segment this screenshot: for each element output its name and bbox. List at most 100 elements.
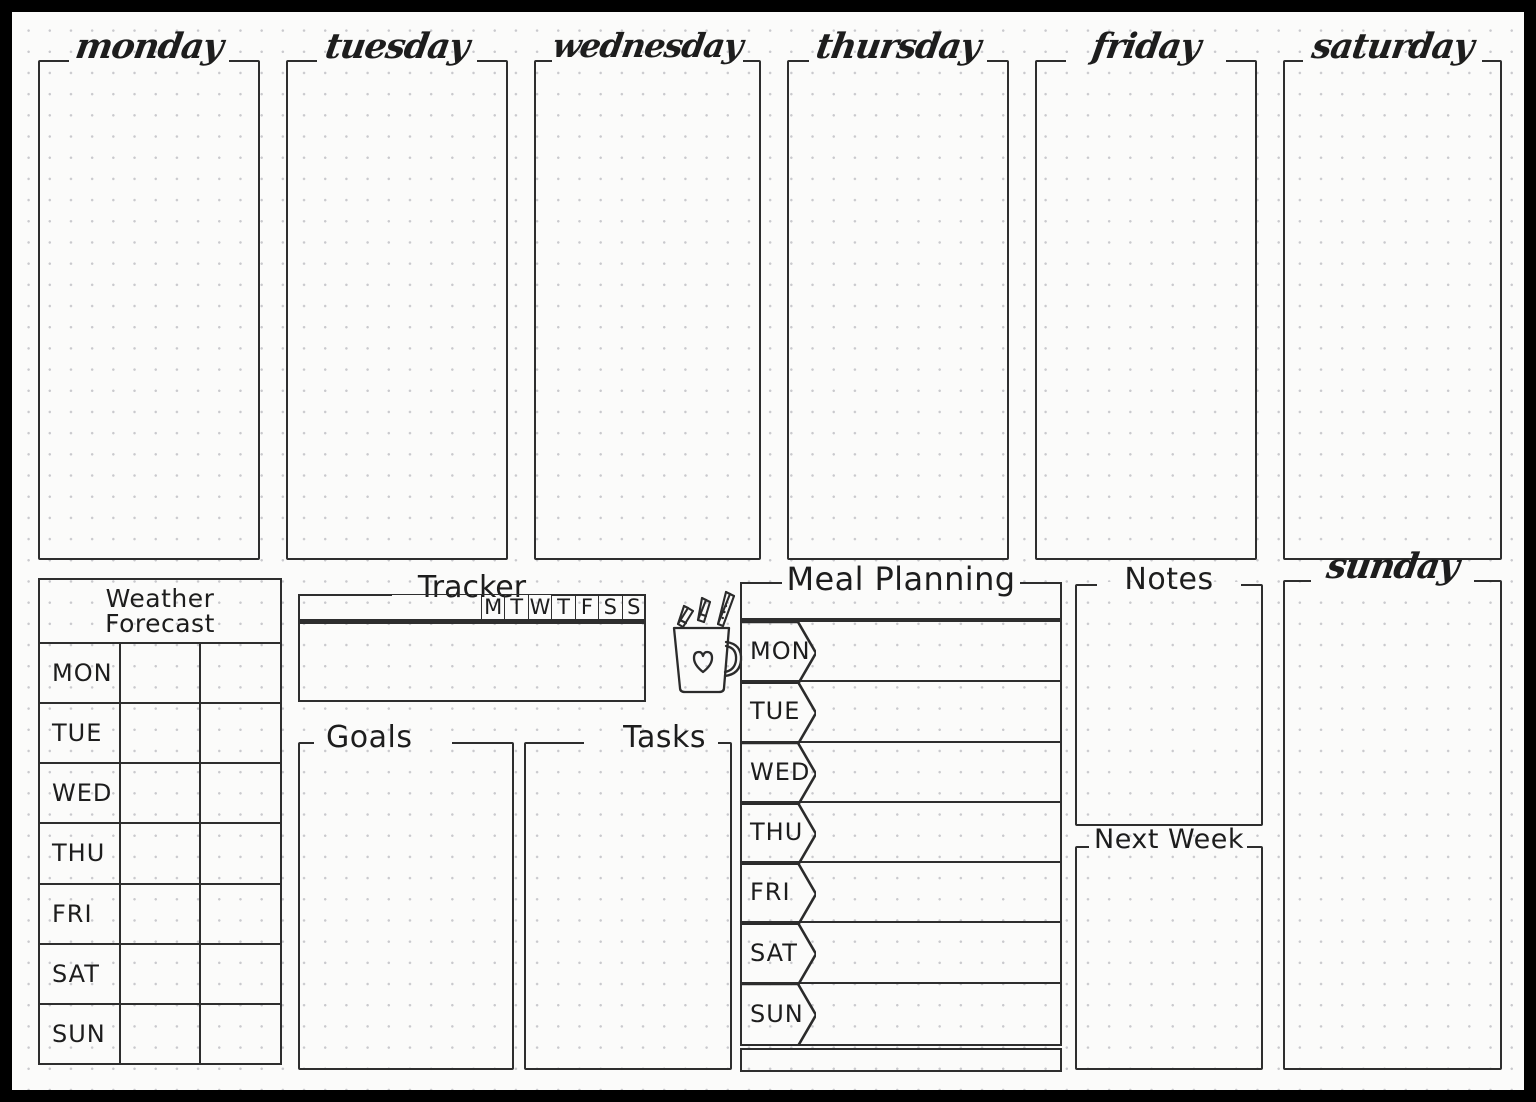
table-row[interactable]: TUE [38,702,282,765]
meal-planning-row[interactable]: SUN [742,983,1060,1046]
table-row[interactable]: SAT [38,942,282,1005]
meal-planning-row[interactable]: THU [742,802,1060,865]
weather-cell-temp[interactable] [199,702,282,765]
meal-planning-row[interactable]: MON [742,622,1060,684]
weather-cell-main[interactable] [118,641,202,705]
tracker-habit-cell[interactable] [298,622,482,624]
table-row[interactable]: SUN [38,1002,282,1066]
day-column-saturday[interactable]: saturday [1283,26,1502,560]
meal-planning-title: Meal Planning [786,560,1016,598]
day-column-frame [1283,60,1502,560]
day-column-frame [38,60,260,560]
meal-day-label: WED [750,757,811,786]
table-row[interactable]: THU [38,822,282,885]
goals-title: Goals [326,720,413,755]
day-column-title: thursday [813,26,983,67]
tasks-section[interactable]: Tasks [524,720,732,1070]
weather-title-line1: Weather [105,583,215,613]
weather-cell-main[interactable] [118,822,202,885]
weather-cell-main[interactable] [118,702,202,765]
table-row[interactable] [298,622,647,624]
meal-day-label: MON [750,637,811,666]
weather-title-row: Weather Forecast [38,578,282,644]
day-column-frame [1283,580,1502,1070]
weather-day-label: THU [38,822,121,885]
day-column-title: saturday [1309,26,1476,67]
tracker-mark-cell[interactable] [480,622,506,624]
meal-entry[interactable] [826,622,1054,680]
weather-day-label: SAT [38,942,121,1005]
day-column-frame [1035,60,1257,560]
tasks-content[interactable] [534,766,722,1062]
next-week-title: Next Week [1094,824,1244,855]
table-row[interactable]: MON [38,641,282,705]
tracker-section[interactable]: Tracker M T W T F S S [298,570,647,702]
day-column-frame [286,60,508,560]
tracker-mark-cell[interactable] [504,622,529,624]
meal-planning-row[interactable]: FRI [742,863,1060,926]
tracker-table: M T W T F S S [298,594,647,624]
notes-section[interactable]: Notes [1075,562,1263,826]
weather-cell-temp[interactable] [199,1002,282,1066]
tracker-habit-cell[interactable] [298,594,482,620]
weather-cell-main[interactable] [118,882,202,945]
meal-day-label: TUE [750,697,801,726]
pencil-cup-with-heart-icon [662,580,748,704]
weather-cell-temp[interactable] [199,762,282,825]
weather-cell-temp[interactable] [199,822,282,885]
weather-day-label: TUE [38,702,121,765]
weather-cell-main[interactable] [118,1002,202,1066]
meal-planning-body: MON TUE WED THU FRI SAT SUN [740,620,1062,1046]
day-column-monday[interactable]: monday [38,26,260,560]
weather-day-label: MON [38,641,121,705]
weather-cell-temp[interactable] [199,641,282,705]
table-row[interactable]: FRI [38,882,282,945]
tracker-mark-cell[interactable] [527,622,553,624]
goals-content[interactable] [308,766,504,1062]
day-column-tuesday[interactable]: tuesday [286,26,508,560]
meal-planning-row[interactable]: SAT [742,923,1060,986]
meal-planning-section[interactable]: Meal Planning MON TUE WED THU FRI SAT SU… [740,560,1062,1072]
weather-cell-main[interactable] [118,762,202,825]
meal-entry[interactable] [826,863,1054,921]
meal-entry[interactable] [826,803,1054,861]
tracker-day-header-w: W [527,594,553,620]
weather-cell-temp[interactable] [199,942,282,1005]
weather-day-label: SUN [38,1002,121,1066]
weather-day-label: FRI [38,882,121,945]
meal-planning-row[interactable]: WED [742,742,1060,805]
goals-section[interactable]: Goals [298,720,514,1070]
tracker-mark-cell[interactable] [621,622,647,624]
tracker-mark-cell[interactable] [598,622,623,624]
meal-planning-footer-bar [740,1048,1062,1072]
meal-entry[interactable] [826,984,1054,1044]
next-week-section[interactable]: Next Week [1075,824,1263,1070]
weather-day-label: WED [38,762,121,825]
tracker-mark-cell[interactable] [574,622,600,624]
meal-day-label: THU [750,817,804,846]
tracker-day-header-f: F [574,594,600,620]
next-week-content[interactable] [1085,870,1253,1062]
tracker-day-header-t2: T [551,594,576,620]
day-column-friday[interactable]: friday [1035,26,1257,560]
tracker-day-header-s: S [598,594,623,620]
meal-entry[interactable] [826,682,1054,740]
weather-cell-temp[interactable] [199,882,282,945]
meal-entry[interactable] [826,743,1054,801]
day-column-wednesday[interactable]: wednesday [534,26,761,560]
tracker-day-header-t: T [504,594,529,620]
weather-cell-main[interactable] [118,942,202,1005]
weather-forecast-table: Weather Forecast MON TUE WED THU FRI SAT… [38,578,282,1066]
meal-day-label: SAT [750,938,798,967]
notes-content[interactable] [1085,608,1253,818]
weather-forecast-section[interactable]: Weather Forecast MON TUE WED THU FRI SAT… [38,578,282,1066]
day-column-frame [787,60,1009,560]
table-row[interactable]: WED [38,762,282,825]
day-column-thursday[interactable]: thursday [787,26,1009,560]
weather-title-cell: Weather Forecast [38,578,282,644]
day-column-sunday[interactable]: sunday [1283,546,1502,1070]
meal-entry[interactable] [826,923,1054,981]
tasks-title: Tasks [623,720,706,755]
meal-planning-row[interactable]: TUE [742,682,1060,745]
tracker-mark-cell[interactable] [551,622,576,624]
